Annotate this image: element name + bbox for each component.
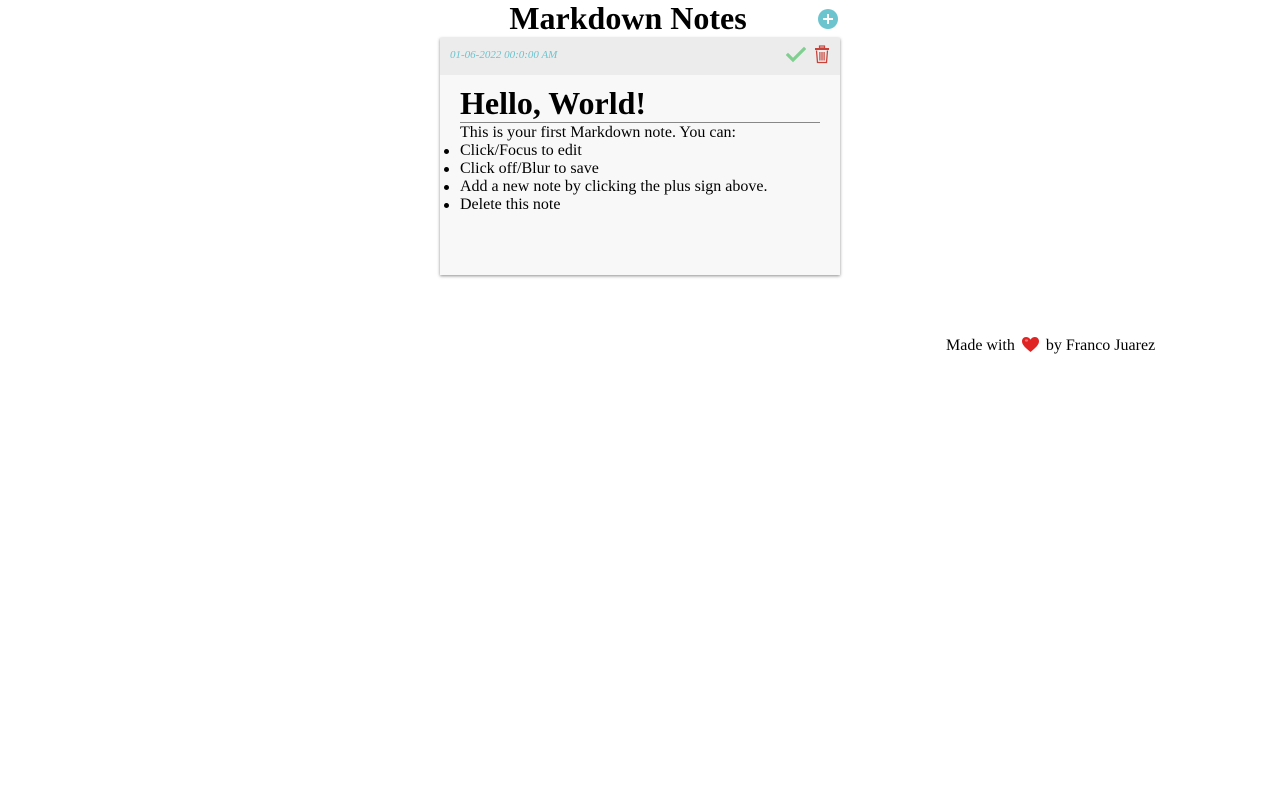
note-timestamp: 01-06-2022 00:0:00 AM [450, 49, 558, 61]
bullet [444, 149, 449, 154]
list-item: Add a new note by clicking the plus sign… [444, 178, 820, 196]
page: Markdown Notes 01-06-2022 00:0:00 AM Hel… [0, 0, 1280, 800]
footer: Made with by Franco Juarez [946, 336, 1155, 356]
list-item: Delete this note [444, 196, 820, 214]
save-button[interactable] [785, 46, 807, 64]
list-item-text: Delete this note [460, 196, 561, 213]
note-intro: This is your first Markdown note. You ca… [460, 124, 736, 141]
app-title: Markdown Notes [509, 0, 747, 36]
list-item-text: Click off/Blur to save [460, 160, 599, 177]
list-item: Click off/Blur to save [444, 160, 820, 178]
list-item-text: Add a new note by clicking the plus sign… [460, 178, 768, 195]
footer-suffix: by Franco Juarez [1045, 337, 1156, 354]
note-header: 01-06-2022 00:0:00 AM [440, 38, 840, 75]
bullet [444, 203, 449, 208]
footer-prefix: Made with [946, 337, 1015, 354]
list-item: Click/Focus to edit [444, 142, 820, 160]
heart-icon [1021, 337, 1039, 352]
note-card[interactable]: 01-06-2022 00:0:00 AM Hello, World! This… [440, 38, 840, 275]
plus-icon [823, 14, 833, 24]
note-editor[interactable]: Hello, World! This is your first Markdow… [440, 75, 840, 264]
list-item-text: Click/Focus to edit [460, 142, 582, 159]
note-list: Click/Focus to edit Click off/Blur to sa… [444, 142, 820, 214]
bullet [444, 185, 449, 190]
note-heading: Hello, World! [460, 86, 820, 123]
delete-button[interactable] [814, 45, 830, 64]
add-note-button[interactable] [818, 9, 838, 29]
check-icon [785, 46, 807, 63]
trash-icon [815, 45, 829, 64]
bullet [444, 167, 449, 172]
